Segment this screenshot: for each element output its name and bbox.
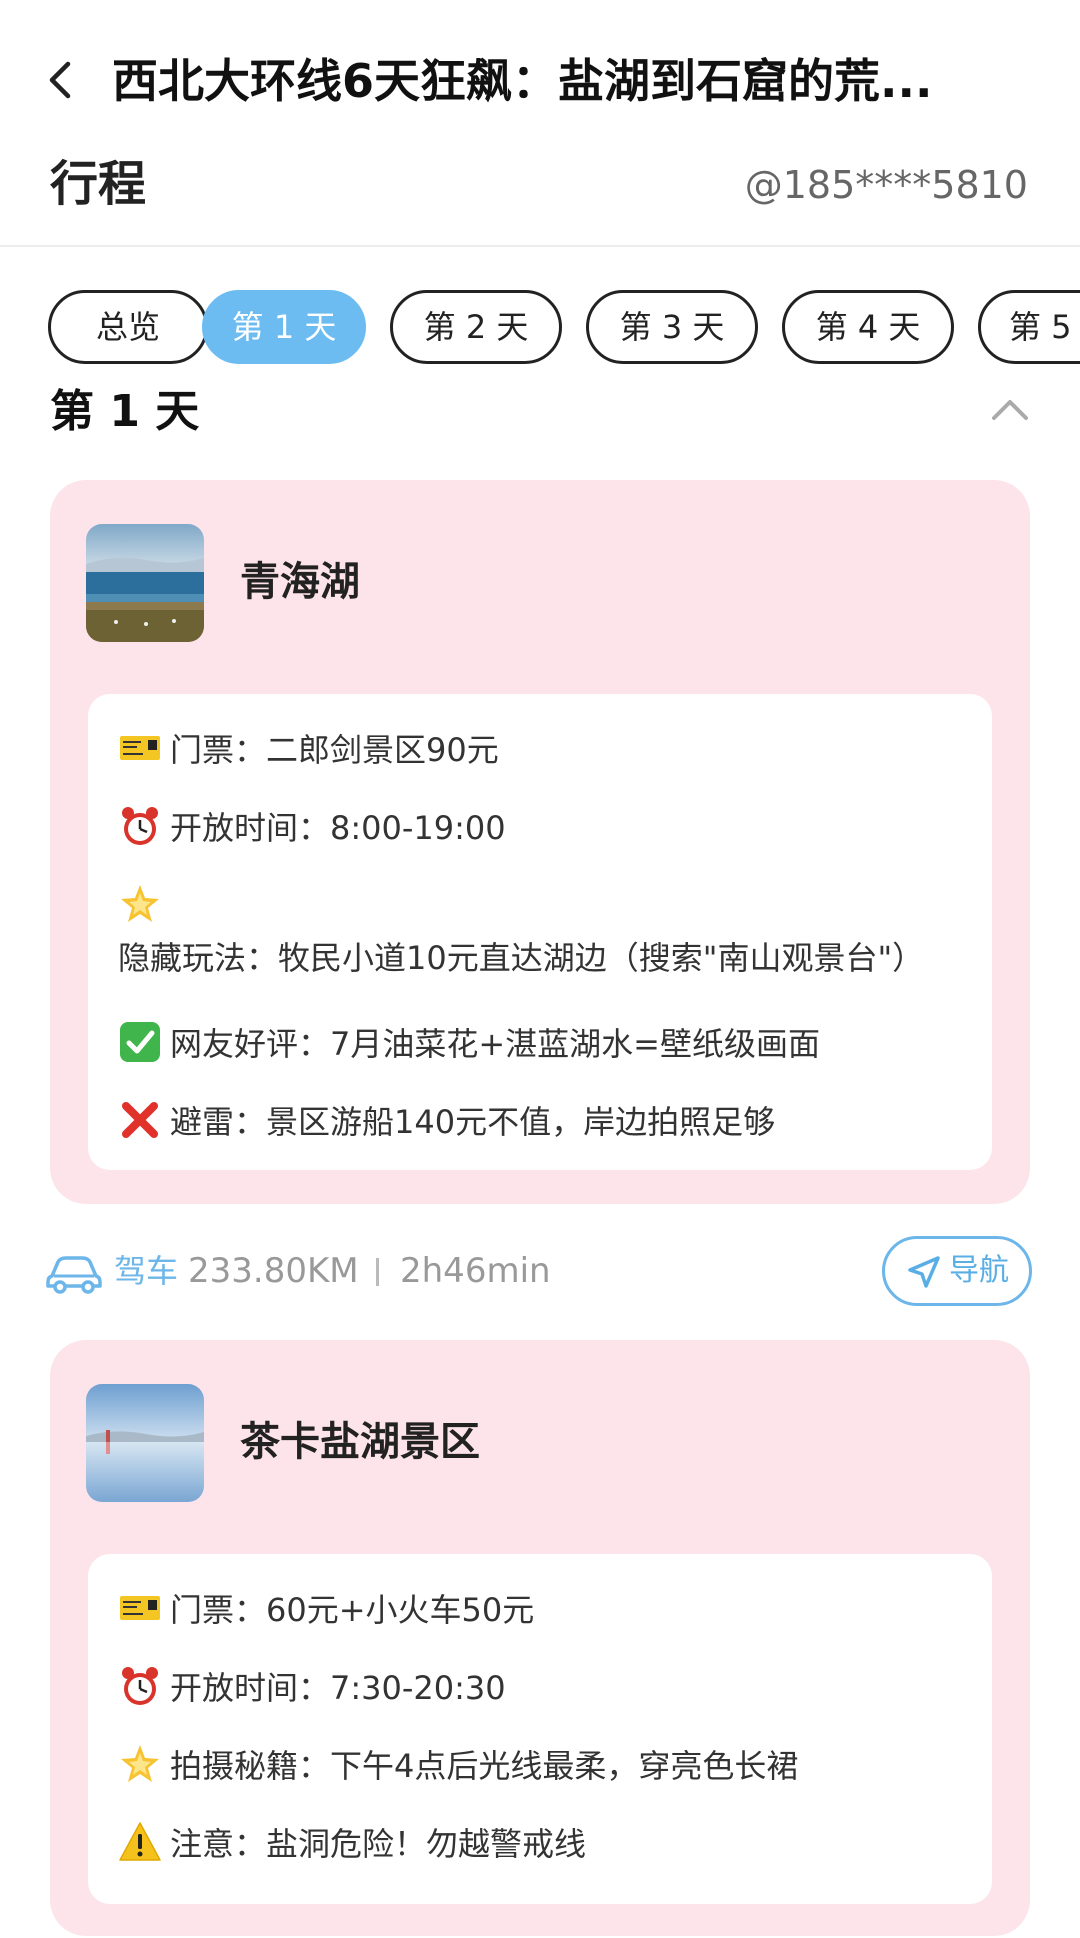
tab-day-1[interactable]: 第 1 天	[202, 290, 366, 364]
info-row: 门票：二郎剑景区90元	[118, 724, 968, 776]
spot-card[interactable]: 茶卡盐湖景区 门票：60元+小火车50元 开放时间：7:30-20:30 拍摄秘…	[50, 1340, 1030, 1936]
lake-photo	[86, 524, 204, 642]
navigate-button[interactable]: 导航	[882, 1236, 1032, 1306]
chevron-up-icon[interactable]	[988, 388, 1032, 432]
tab-day-3[interactable]: 第 3 天	[586, 290, 758, 364]
info-text: 门票：二郎剑景区90元	[170, 731, 499, 769]
check-mark-icon	[120, 1022, 160, 1062]
cross-mark-icon	[122, 1102, 158, 1138]
info-text: 隐藏玩法：牧民小道10元直达湖边（搜索"南山观景台"）	[118, 939, 925, 977]
warning-icon	[119, 1822, 161, 1861]
info-row: 隐藏玩法：牧民小道10元直达湖边（搜索"南山观景台"）	[118, 880, 968, 984]
info-row: 拍摄秘籍：下午4点后光线最柔，穿亮色长裙	[118, 1740, 968, 1792]
info-text: 避雷：景区游船140元不值，岸边拍照足够	[170, 1103, 776, 1141]
info-row: 门票：60元+小火车50元	[118, 1584, 968, 1636]
back-arrow-icon[interactable]	[40, 58, 84, 102]
sparkle-star-icon	[121, 1745, 159, 1782]
account-id: @185****5810	[744, 163, 1028, 207]
spot-info: 门票：60元+小火车50元 开放时间：7:30-20:30 拍摄秘籍：下午4点后…	[88, 1554, 992, 1904]
drive-distance: 233.80KM	[188, 1251, 359, 1291]
day-heading: 第 1 天	[50, 386, 200, 436]
navigation-arrow-icon	[908, 1256, 940, 1288]
spot-info: 门票：二郎剑景区90元 开放时间：8:00-19:00 隐藏玩法：牧民小道10元…	[88, 694, 992, 1170]
tab-day-5[interactable]: 第 5	[978, 290, 1080, 364]
spot-name: 茶卡盐湖景区	[240, 1419, 480, 1465]
page-title: 西北大环线6天狂飙：盐湖到石窟的荒...	[112, 54, 933, 108]
alarm-clock-icon	[122, 1667, 158, 1705]
alarm-clock-icon	[122, 807, 158, 845]
ticket-icon	[120, 1596, 160, 1620]
divider	[376, 1258, 379, 1286]
tab-day-2[interactable]: 第 2 天	[390, 290, 562, 364]
day-tabs: 总览 第 1 天 第 2 天 第 3 天 第 4 天 第 5	[0, 290, 1080, 370]
drive-route-row: 驾车 233.80KM 2h46min 导航	[46, 1236, 1036, 1306]
tab-day-4[interactable]: 第 4 天	[782, 290, 954, 364]
sparkle-star-icon	[121, 885, 159, 922]
ticket-icon	[120, 736, 160, 760]
info-row: 开放时间：7:30-20:30	[118, 1662, 968, 1714]
info-row: 开放时间：8:00-19:00	[118, 802, 968, 854]
info-row: 注意：盐洞危险！勿越警戒线	[118, 1818, 968, 1870]
navigate-label: 导航	[949, 1253, 1009, 1288]
info-text: 拍摄秘籍：下午4点后光线最柔，穿亮色长裙	[170, 1747, 799, 1785]
section-title: 行程	[50, 156, 147, 212]
info-text: 门票：60元+小火车50元	[170, 1591, 535, 1629]
header: 西北大环线6天狂飙：盐湖到石窟的荒... 行程 @185****5810	[0, 0, 1080, 247]
salt-lake-photo	[86, 1384, 204, 1502]
info-text: 注意：盐洞危险！勿越警戒线	[170, 1825, 587, 1863]
spot-card[interactable]: 青海湖 门票：二郎剑景区90元 开放时间：8:00-19:00 隐藏玩法：牧民小…	[50, 480, 1030, 1204]
spot-name: 青海湖	[240, 559, 360, 605]
info-row: 避雷：景区游船140元不值，岸边拍照足够	[118, 1096, 968, 1148]
drive-duration: 2h46min	[400, 1251, 551, 1291]
info-row: 网友好评：7月油菜花+湛蓝湖水=壁纸级画面	[118, 1018, 968, 1070]
info-text: 开放时间：7:30-20:30	[170, 1669, 506, 1707]
tab-overview[interactable]: 总览	[48, 290, 208, 364]
info-text: 网友好评：7月油菜花+湛蓝湖水=壁纸级画面	[170, 1025, 820, 1063]
info-text: 开放时间：8:00-19:00	[170, 809, 506, 847]
car-icon	[46, 1256, 102, 1294]
drive-mode-label: 驾车	[114, 1252, 179, 1290]
